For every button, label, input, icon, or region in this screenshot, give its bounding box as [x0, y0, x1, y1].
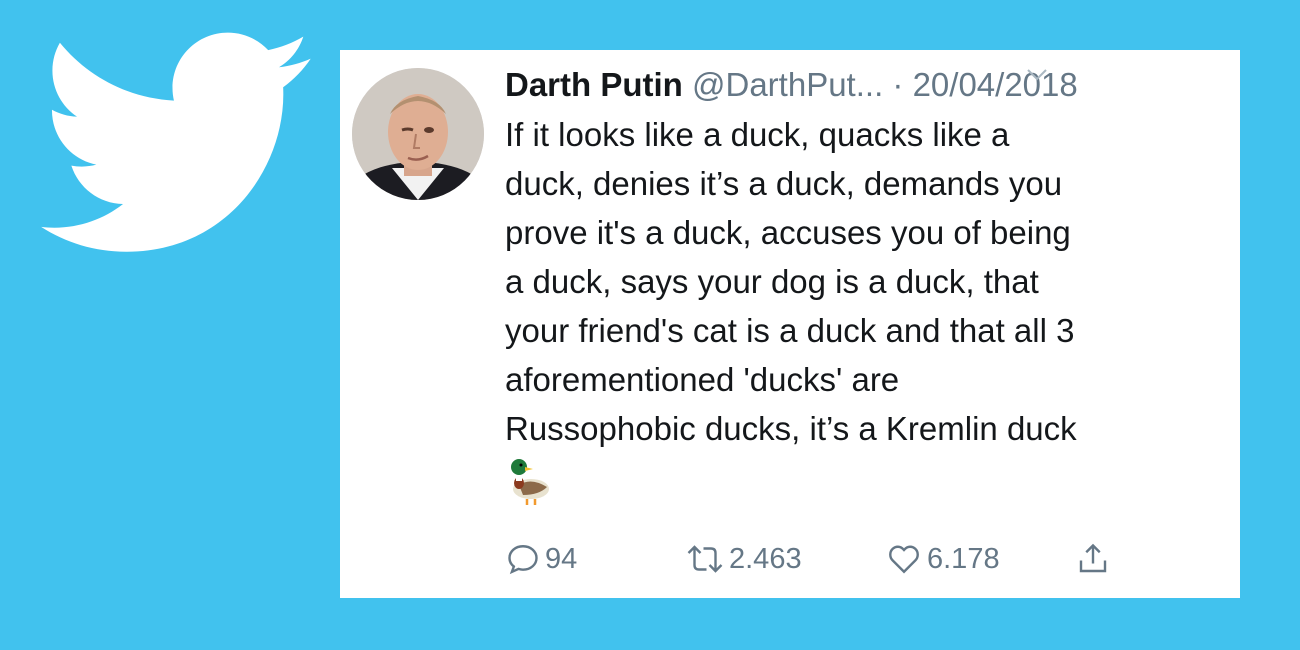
chevron-down-icon[interactable]	[1025, 62, 1049, 86]
tweet-date[interactable]: 20/04/2018	[913, 66, 1078, 103]
tweet-actions: 94 2.463 6.178	[505, 537, 1225, 581]
like-button[interactable]: 6.178	[885, 537, 1000, 581]
tweet-text-line: aforementioned 'ducks' are	[505, 361, 900, 398]
reply-button[interactable]: 94	[505, 537, 577, 581]
tweet-text-line: If it looks like a duck, quacks like a	[505, 116, 1010, 153]
share-icon	[1079, 543, 1107, 573]
twitter-bird-icon	[41, 32, 311, 252]
tweet-card[interactable]: Darth Putin @DarthPut... · 20/04/2018 If…	[340, 50, 1240, 598]
tweet-text-line: your friend's cat is a duck and that all…	[505, 312, 1075, 349]
share-button[interactable]	[1075, 537, 1115, 581]
duck-emoji	[511, 459, 549, 505]
avatar[interactable]	[352, 68, 484, 200]
separator: ·	[892, 66, 904, 103]
user-handle[interactable]: @DarthPut...	[692, 66, 883, 103]
tweet-text: If it looks like a duck, quacks like a d…	[505, 110, 1230, 453]
tweet-header: Darth Putin @DarthPut... · 20/04/2018	[505, 62, 1235, 108]
tweet-text-line: prove it's a duck, accuses you of being	[505, 214, 1071, 251]
heart-icon	[889, 545, 919, 574]
tweet-text-line: duck, denies it’s a duck, demands you	[505, 165, 1063, 202]
retweet-button[interactable]: 2.463	[685, 537, 802, 581]
retweet-count: 2.463	[729, 542, 802, 575]
retweet-icon	[687, 545, 723, 573]
reply-icon	[508, 545, 538, 575]
user-avatar-photo	[352, 68, 484, 200]
display-name[interactable]: Darth Putin	[505, 66, 683, 103]
tweet-text-line: Russophobic ducks, it’s a Kremlin duck	[505, 410, 1077, 447]
reply-count: 94	[545, 542, 578, 575]
like-count: 6.178	[927, 542, 1000, 575]
tweet-text-line: a duck, says your dog is a duck, that	[505, 263, 1039, 300]
